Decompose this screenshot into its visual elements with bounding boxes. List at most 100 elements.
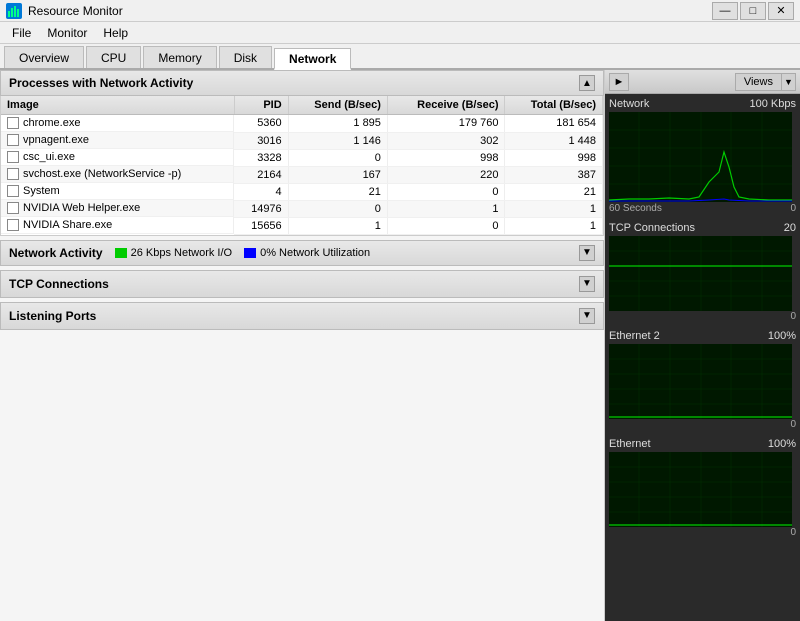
legend-io: 26 Kbps Network I/O [115, 247, 233, 259]
window-controls: — □ ✕ [712, 2, 794, 20]
ethernet2-graph-title: Ethernet 2 [609, 330, 660, 342]
cell-pid: 4 [234, 183, 288, 200]
table-row[interactable]: NVIDIA Share.exe 15656 1 0 1 [1, 217, 603, 234]
network-graph-title: Network [609, 98, 649, 110]
cell-send: 1 [288, 217, 387, 234]
table-row[interactable]: chrome.exe 5360 1 895 179 760 181 654 [1, 115, 603, 133]
row-checkbox[interactable] [7, 151, 19, 163]
cell-total: 998 [505, 149, 603, 166]
tab-overview[interactable]: Overview [4, 46, 84, 68]
table-row[interactable]: svchost.exe (NetworkService -p) 2164 167… [1, 166, 603, 183]
network-graph-scale: 100 Kbps [750, 98, 796, 110]
tab-disk[interactable]: Disk [219, 46, 272, 68]
tab-network[interactable]: Network [274, 48, 351, 70]
tab-bar: Overview CPU Memory Disk Network [0, 44, 800, 70]
title-bar: Resource Monitor — □ ✕ [0, 0, 800, 22]
ethernet-graph-section: Ethernet 100% [605, 434, 800, 542]
tcp-graph-section: TCP Connections 20 [605, 218, 800, 326]
menu-monitor[interactable]: Monitor [39, 24, 95, 42]
cell-send: 0 [288, 149, 387, 166]
ethernet2-graph-svg [609, 344, 792, 419]
app-icon [6, 3, 22, 19]
menu-help[interactable]: Help [95, 24, 136, 42]
cell-total: 387 [505, 166, 603, 183]
cell-receive: 302 [387, 132, 505, 149]
minimize-button[interactable]: — [712, 2, 738, 20]
legend-io-color [115, 248, 127, 258]
row-checkbox[interactable] [7, 117, 19, 129]
listening-section-header[interactable]: Listening Ports ▼ [0, 302, 604, 330]
legend-util-text: 0% Network Utilization [260, 247, 370, 259]
cell-image: csc_ui.exe [1, 149, 234, 166]
cell-receive: 998 [387, 149, 505, 166]
cell-send: 167 [288, 166, 387, 183]
ethernet-graph-scale: 100% [768, 438, 796, 450]
legend-util: 0% Network Utilization [244, 247, 370, 259]
tcp-graph-scale: 20 [784, 222, 796, 234]
cell-receive: 0 [387, 217, 505, 234]
row-checkbox[interactable] [7, 219, 19, 231]
processes-table: Image PID Send (B/sec) Receive (B/sec) T… [1, 96, 603, 235]
table-row[interactable]: csc_ui.exe 3328 0 998 998 [1, 149, 603, 166]
tab-memory[interactable]: Memory [143, 46, 216, 68]
restore-button[interactable]: □ [740, 2, 766, 20]
tcp-graph-canvas [609, 236, 792, 311]
tcp-graph-title: TCP Connections [609, 222, 695, 234]
ethernet2-graph-zero: 0 [790, 419, 796, 430]
row-checkbox[interactable] [7, 134, 19, 146]
listening-collapse-button[interactable]: ▼ [579, 308, 595, 324]
row-checkbox[interactable] [7, 185, 19, 197]
ethernet-graph-canvas [609, 452, 792, 527]
left-panel: Processes with Network Activity ▲ Image … [0, 70, 605, 621]
ethernet-graph-zero: 0 [790, 527, 796, 538]
listening-label: Listening Ports [9, 309, 96, 323]
cell-send: 1 146 [288, 132, 387, 149]
cell-image: System [1, 183, 234, 200]
processes-title: Processes with Network Activity [9, 76, 193, 90]
cell-image: vpnagent.exe [1, 132, 234, 149]
views-dropdown-arrow[interactable]: ▼ [782, 73, 796, 91]
cell-image: NVIDIA Web Helper.exe [1, 200, 234, 217]
processes-section-header[interactable]: Processes with Network Activity ▲ [0, 70, 604, 96]
row-checkbox[interactable] [7, 202, 19, 214]
tcp-collapse-button[interactable]: ▼ [579, 276, 595, 292]
menu-bar: File Monitor Help [0, 22, 800, 44]
network-activity-label: Network Activity [9, 246, 103, 260]
cell-pid: 2164 [234, 166, 288, 183]
cell-total: 1 [505, 217, 603, 234]
cell-send: 21 [288, 183, 387, 200]
cell-pid: 3016 [234, 132, 288, 149]
menu-file[interactable]: File [4, 24, 39, 42]
processes-collapse-button[interactable]: ▲ [579, 75, 595, 91]
cell-total: 181 654 [505, 115, 603, 133]
cell-image: NVIDIA Share.exe [1, 217, 234, 234]
main-layout: Processes with Network Activity ▲ Image … [0, 70, 800, 621]
table-row[interactable]: vpnagent.exe 3016 1 146 302 1 448 [1, 132, 603, 149]
col-send: Send (B/sec) [288, 96, 387, 115]
ethernet-graph-title: Ethernet [609, 438, 651, 450]
network-activity-collapse[interactable]: ▼ [579, 245, 595, 261]
network-graph-section: Network 100 Kbps [605, 94, 800, 218]
network-graph-canvas [609, 112, 792, 202]
tcp-section-header[interactable]: TCP Connections ▼ [0, 270, 604, 298]
cell-total: 21 [505, 183, 603, 200]
views-button[interactable]: Views [735, 73, 782, 91]
table-header-row: Image PID Send (B/sec) Receive (B/sec) T… [1, 96, 603, 115]
tab-cpu[interactable]: CPU [86, 46, 141, 68]
col-total: Total (B/sec) [505, 96, 603, 115]
cell-pid: 5360 [234, 115, 288, 133]
cell-pid: 14976 [234, 200, 288, 217]
table-row[interactable]: System 4 21 0 21 [1, 183, 603, 200]
cell-total: 1 [505, 200, 603, 217]
network-graph-time: 60 Seconds [609, 203, 662, 214]
cell-send: 1 895 [288, 115, 387, 133]
cell-receive: 220 [387, 166, 505, 183]
cell-receive: 179 760 [387, 115, 505, 133]
close-button[interactable]: ✕ [768, 2, 794, 20]
tcp-graph-svg [609, 236, 792, 311]
row-checkbox[interactable] [7, 168, 19, 180]
table-row[interactable]: NVIDIA Web Helper.exe 14976 0 1 1 [1, 200, 603, 217]
panel-back-button[interactable]: ► [609, 73, 629, 91]
legend-util-color [244, 248, 256, 258]
col-image: Image [1, 96, 234, 115]
